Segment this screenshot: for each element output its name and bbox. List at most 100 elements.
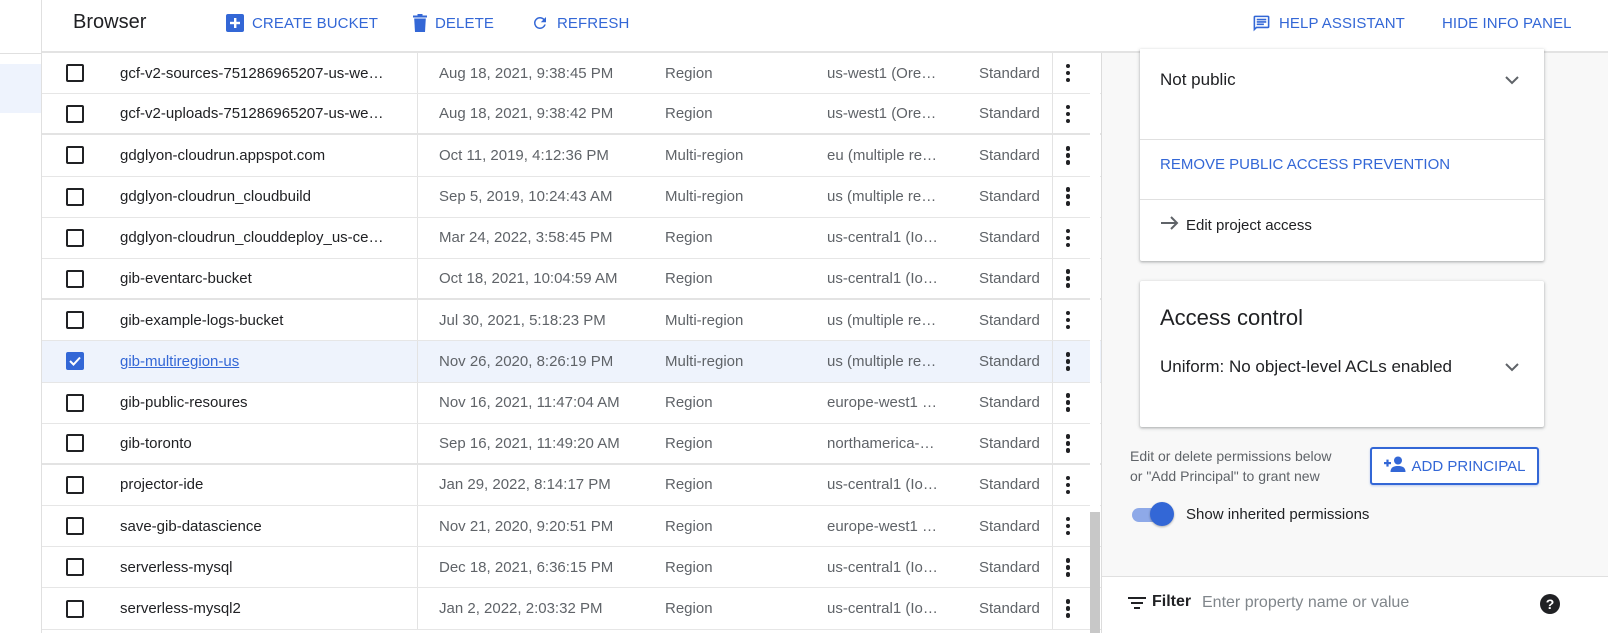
bucket-location-type: Region <box>665 600 713 618</box>
more-vert-icon[interactable] <box>1056 547 1080 587</box>
bucket-row[interactable]: gcf-v2-uploads-751286965207-us-we… Aug 18… <box>42 94 1108 136</box>
more-vert-icon[interactable] <box>1056 465 1080 505</box>
hide-info-panel-button[interactable]: HIDE INFO PANEL <box>1442 12 1572 34</box>
row-checkbox[interactable] <box>66 558 84 577</box>
column-divider <box>417 382 418 423</box>
row-checkbox[interactable] <box>66 393 84 412</box>
more-vert-icon[interactable] <box>1056 300 1080 340</box>
bucket-name-link[interactable]: gcf-v2-sources-751286965207-us-we… <box>120 53 420 93</box>
more-vert-icon[interactable] <box>1056 218 1080 258</box>
show-inherited-toggle[interactable] <box>1130 502 1174 526</box>
bucket-location: us (multiple re… <box>827 188 937 206</box>
more-vert-icon[interactable] <box>1056 424 1080 463</box>
bucket-row[interactable]: serverless-mysql Dec 18, 2021, 6:36:15 PM… <box>42 547 1108 589</box>
bucket-name-link[interactable]: gib-toronto <box>120 424 420 463</box>
chevron-down-icon[interactable] <box>1500 355 1524 379</box>
bucket-row[interactable]: gib-public-resoures Nov 16, 2021, 11:47:0… <box>42 382 1108 424</box>
row-checkbox-cell <box>66 465 90 505</box>
bucket-name-link[interactable]: gdglyon-cloudrun_clouddeploy_us-ce… <box>120 218 420 258</box>
row-checkbox[interactable] <box>66 517 84 536</box>
delete-button[interactable]: DELETE <box>413 12 494 34</box>
bucket-name-link[interactable]: gib-multiregion-us <box>120 341 420 381</box>
bucket-name-link[interactable]: gib-public-resoures <box>120 383 420 423</box>
access-control-row[interactable]: Uniform: No object-level ACLs enabled <box>1160 354 1524 380</box>
bucket-storage-class: Standard <box>979 270 1040 288</box>
bucket-created: Sep 5, 2019, 10:24:43 AM <box>439 188 613 206</box>
chevron-down-icon[interactable] <box>1500 68 1524 92</box>
row-checkbox[interactable] <box>66 269 84 288</box>
bucket-row[interactable]: gdglyon-cloudrun_cloudbuild Sep 5, 2019, … <box>42 176 1108 218</box>
bucket-row[interactable]: gdglyon-cloudrun.appspot.com Oct 11, 2019… <box>42 135 1108 177</box>
hide-info-panel-label: HIDE INFO PANEL <box>1442 14 1572 32</box>
bucket-row[interactable]: projector-ide Jan 29, 2022, 8:14:17 PM Reg… <box>42 464 1108 507</box>
help-icon[interactable]: ? <box>1540 594 1560 614</box>
edit-project-access-link[interactable]: Edit project access <box>1160 216 1312 235</box>
help-assistant-button[interactable]: HELP ASSISTANT <box>1252 12 1405 34</box>
more-vert-icon[interactable] <box>1056 53 1080 93</box>
row-checkbox[interactable] <box>66 311 84 330</box>
page-title: Browser <box>73 11 147 33</box>
row-checkbox-cell <box>66 547 90 587</box>
row-checkbox[interactable] <box>66 228 84 247</box>
more-vert-icon[interactable] <box>1056 259 1080 298</box>
permissions-help-text: Edit or delete permissions below or "Add… <box>1130 446 1360 486</box>
bucket-row[interactable]: gib-toronto Sep 16, 2021, 11:49:20 AM Regi… <box>42 423 1108 465</box>
bucket-name-link[interactable]: gdglyon-cloudrun.appspot.com <box>120 135 420 175</box>
bucket-name-link[interactable]: gdglyon-cloudrun_cloudbuild <box>120 177 420 217</box>
bucket-location: us (multiple re… <box>827 352 937 370</box>
public-access-row[interactable]: Not public <box>1160 67 1524 93</box>
bucket-location-type: Region <box>665 229 713 247</box>
more-vert-icon[interactable] <box>1056 588 1080 628</box>
column-divider <box>417 300 418 341</box>
row-checkbox[interactable] <box>66 64 84 83</box>
create-bucket-button[interactable]: CREATE BUCKET <box>226 12 378 34</box>
bucket-row[interactable]: gib-eventarc-bucket Oct 18, 2021, 10:04:5… <box>42 258 1108 301</box>
bucket-row[interactable]: gdglyon-cloudrun_clouddeploy_us-ce… Mar 2… <box>42 217 1108 259</box>
row-checkbox[interactable] <box>66 104 84 123</box>
more-vert-icon[interactable] <box>1056 383 1080 423</box>
row-checkbox[interactable] <box>66 434 84 453</box>
bucket-storage-class: Standard <box>979 352 1040 370</box>
refresh-label: REFRESH <box>557 14 630 32</box>
row-checkbox-cell <box>66 177 90 217</box>
bucket-row[interactable]: save-gib-datascience Nov 21, 2020, 9:20:5… <box>42 506 1108 548</box>
bucket-row[interactable]: gcf-v2-sources-751286965207-us-we… Aug 18… <box>42 53 1108 95</box>
bucket-name-link[interactable]: serverless-mysql <box>120 547 420 587</box>
refresh-icon <box>531 14 549 32</box>
row-checkbox[interactable] <box>66 352 84 371</box>
column-divider <box>1052 94 1053 134</box>
storage-browser-page: Browser CREATE BUCKET DELETE REFRESH HEL… <box>0 0 1608 633</box>
bucket-storage-class: Standard <box>979 434 1040 452</box>
more-vert-icon[interactable] <box>1056 135 1080 175</box>
row-checkbox-cell <box>66 383 90 423</box>
bucket-name-link[interactable]: gcf-v2-uploads-751286965207-us-we… <box>120 94 420 133</box>
remove-public-access-prevention-link[interactable]: REMOVE PUBLIC ACCESS PREVENTION <box>1160 156 1450 173</box>
bucket-created: Sep 16, 2021, 11:49:20 AM <box>439 434 620 452</box>
column-divider <box>1052 506 1053 547</box>
row-checkbox[interactable] <box>66 599 84 618</box>
refresh-button[interactable]: REFRESH <box>531 12 629 34</box>
add-principal-button[interactable]: ADD PRINCIPAL <box>1370 447 1539 485</box>
row-checkbox[interactable] <box>66 146 84 165</box>
table-scrollbar-thumb[interactable] <box>1090 512 1100 633</box>
bucket-row[interactable]: serverless-mysql2 Jan 2, 2022, 2:03:32 PM… <box>42 588 1108 630</box>
row-checkbox[interactable] <box>66 475 84 494</box>
filter-input[interactable] <box>1202 589 1522 617</box>
column-divider <box>1052 300 1053 341</box>
bucket-name-link[interactable]: gib-eventarc-bucket <box>120 259 420 298</box>
more-vert-icon[interactable] <box>1056 341 1080 381</box>
bucket-name-link[interactable]: save-gib-datascience <box>120 506 420 546</box>
bucket-name-link[interactable]: projector-ide <box>120 465 420 505</box>
bucket-name-link[interactable]: gib-example-logs-bucket <box>120 300 420 340</box>
row-checkbox[interactable] <box>66 187 84 206</box>
bucket-name-link[interactable]: serverless-mysql2 <box>120 588 420 628</box>
bucket-row[interactable]: gib-example-logs-bucket Jul 30, 2021, 5:1… <box>42 300 1108 342</box>
toolbar: Browser CREATE BUCKET DELETE REFRESH HEL… <box>42 0 1608 53</box>
more-vert-icon[interactable] <box>1056 94 1080 133</box>
more-vert-icon[interactable] <box>1056 177 1080 217</box>
more-vert-icon[interactable] <box>1056 506 1080 546</box>
bucket-row[interactable]: gib-multiregion-us Nov 26, 2020, 8:26:19 … <box>42 341 1108 383</box>
left-nav-selected-item[interactable] <box>0 64 41 113</box>
bucket-location: us (multiple re… <box>827 311 937 329</box>
bucket-location: us-central1 (Io… <box>827 229 938 247</box>
